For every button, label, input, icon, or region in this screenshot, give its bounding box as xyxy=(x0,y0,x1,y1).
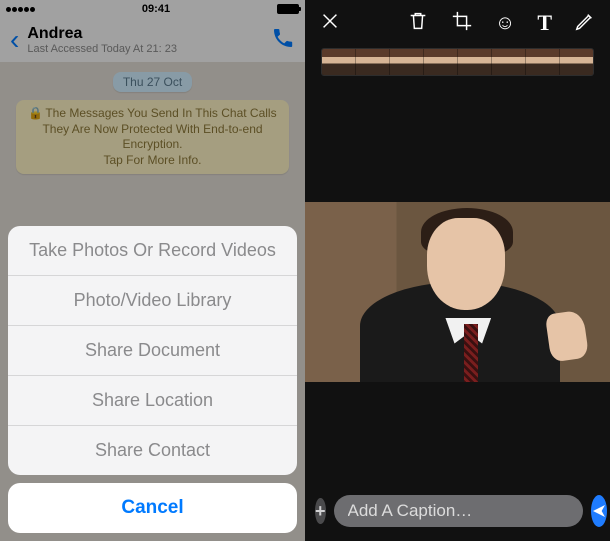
sheet-item-location[interactable]: Share Location xyxy=(8,376,297,426)
caption-input[interactable] xyxy=(334,495,583,527)
draw-icon[interactable] xyxy=(574,10,596,37)
date-pill: Thu 27 Oct xyxy=(113,72,192,92)
sheet-item-document[interactable]: Share Document xyxy=(8,326,297,376)
caption-bar: + xyxy=(305,485,610,541)
status-time: 09:41 xyxy=(142,3,170,15)
last-accessed: Last Accessed Today At 21: 23 xyxy=(27,43,263,55)
contact-name[interactable]: Andrea xyxy=(27,25,263,43)
attachment-action-sheet: Take Photos Or Record Videos Photo/Video… xyxy=(8,226,297,533)
filmstrip-frame xyxy=(424,49,458,75)
encryption-banner[interactable]: 🔒The Messages You Send In This Chat Call… xyxy=(16,100,289,174)
encryption-line3: Tap For More Info. xyxy=(103,153,201,167)
call-icon[interactable] xyxy=(271,26,295,55)
signal-indicator xyxy=(6,7,35,12)
lock-icon: 🔒 xyxy=(28,106,43,120)
sheet-item-camera[interactable]: Take Photos Or Record Videos xyxy=(8,226,297,276)
media-editor-screen: ☺ T + xyxy=(305,0,610,541)
crop-icon[interactable] xyxy=(451,10,473,37)
send-button[interactable] xyxy=(591,495,607,527)
preview-image xyxy=(305,202,610,382)
media-preview[interactable] xyxy=(305,98,610,485)
status-bar: 09:41 xyxy=(0,0,305,18)
add-media-button[interactable]: + xyxy=(315,498,326,524)
filmstrip-frame xyxy=(322,49,356,75)
cancel-button[interactable]: Cancel xyxy=(8,483,297,533)
filmstrip-frame xyxy=(560,49,593,75)
emoji-icon[interactable]: ☺ xyxy=(495,12,515,35)
encryption-line2: They Are Now Protected With End-to-end E… xyxy=(42,122,262,152)
filmstrip-frame xyxy=(356,49,390,75)
back-icon[interactable]: ‹ xyxy=(10,24,19,56)
sheet-item-contact[interactable]: Share Contact xyxy=(8,426,297,475)
filmstrip-frame xyxy=(390,49,424,75)
trash-icon[interactable] xyxy=(407,10,429,37)
filmstrip-frame xyxy=(458,49,492,75)
close-icon[interactable] xyxy=(319,10,341,37)
text-tool-icon[interactable]: T xyxy=(537,10,552,36)
filmstrip-frame xyxy=(526,49,560,75)
filmstrip-frame xyxy=(492,49,526,75)
whatsapp-chat-screen: 09:41 ‹ Andrea Last Accessed Today At 21… xyxy=(0,0,305,541)
chat-header: ‹ Andrea Last Accessed Today At 21: 23 xyxy=(0,18,305,62)
sheet-item-library[interactable]: Photo/Video Library xyxy=(8,276,297,326)
encryption-line1: The Messages You Send In This Chat Calls xyxy=(45,106,276,120)
video-filmstrip[interactable] xyxy=(321,48,594,76)
editor-toolbar: ☺ T xyxy=(305,0,610,46)
battery-indicator xyxy=(277,4,299,14)
action-sheet-group: Take Photos Or Record Videos Photo/Video… xyxy=(8,226,297,475)
